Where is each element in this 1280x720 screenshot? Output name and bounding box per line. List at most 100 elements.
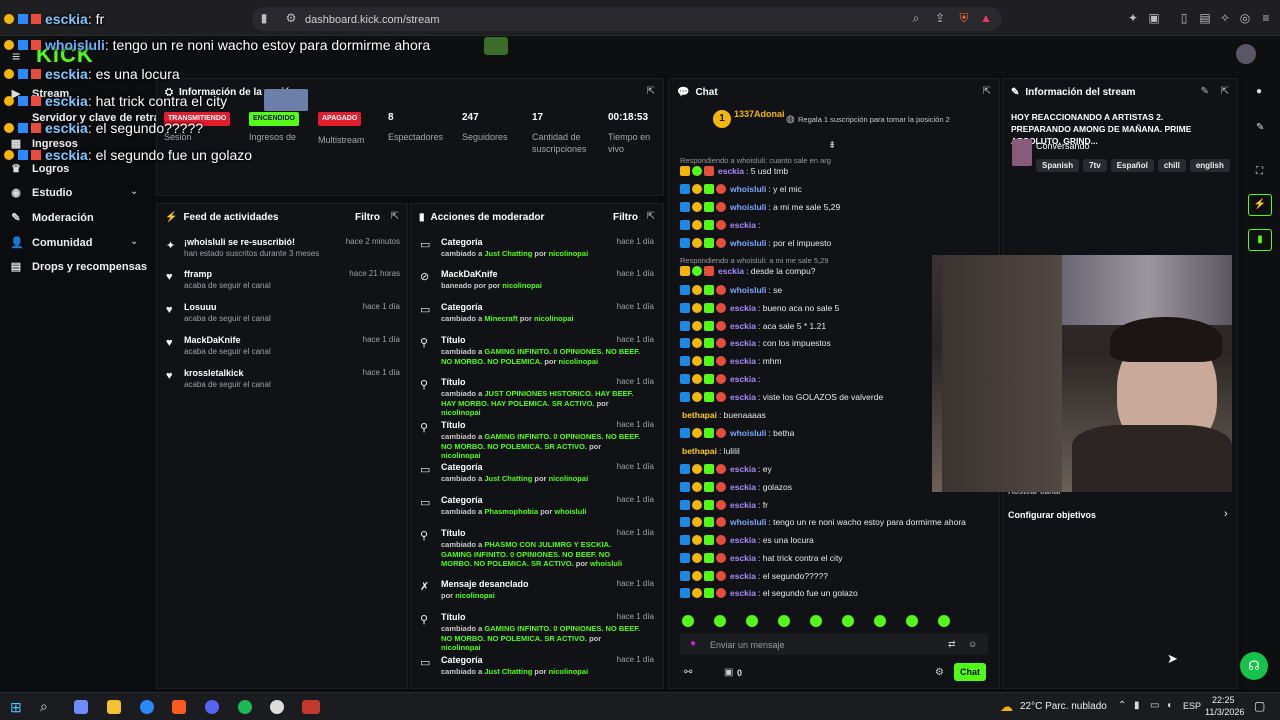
chat-username[interactable]: esckia [730, 464, 756, 474]
emote-icon[interactable] [682, 615, 694, 627]
feed-filter-button[interactable]: Filtro [355, 212, 380, 223]
popout-icon[interactable]: ⇱ [647, 211, 655, 222]
chat-username[interactable]: whoisluli [730, 238, 766, 248]
chat-username[interactable]: esckia [730, 553, 756, 563]
chat-username[interactable]: whoisluli [730, 285, 766, 295]
chevron-right-icon[interactable]: › [1224, 508, 1228, 520]
volume-icon[interactable]: ◖ [1166, 700, 1172, 711]
chat-message[interactable]: esckia: desde la compu? [680, 264, 815, 278]
chat-username[interactable]: esckia [718, 166, 744, 176]
chat-username[interactable]: esckia [730, 482, 756, 492]
chat-message[interactable]: whoisluli: tengo un re noni wacho estoy … [680, 515, 966, 529]
chat-message[interactable]: esckia: ey [680, 462, 772, 476]
chat-username[interactable]: esckia [730, 321, 756, 331]
vpn-icon[interactable]: ◎ [1239, 12, 1251, 24]
nav-moderation[interactable]: ✎ Moderación [10, 211, 93, 225]
chat-username[interactable]: bethapai [682, 410, 717, 420]
mod-by[interactable]: nicolinopai [549, 667, 589, 676]
commands-icon[interactable]: ⇄ [948, 639, 956, 650]
pip-icon[interactable]: ▮ [1248, 229, 1272, 251]
chat-username[interactable]: whoisluli [730, 184, 766, 194]
mod-by[interactable]: nicolinopai [534, 314, 574, 323]
mod-filter-button[interactable]: Filtro [613, 212, 638, 223]
mod-by[interactable]: nicolinopai [502, 281, 542, 290]
edit-icon[interactable]: ✎ [1201, 86, 1209, 97]
notifications-icon[interactable]: ▢ [1254, 699, 1265, 713]
chat-message[interactable]: esckia: fr [680, 498, 768, 512]
popout-icon[interactable]: ⇱ [1221, 86, 1229, 97]
download-icon[interactable]: ▣ [1148, 12, 1160, 24]
chat-username[interactable]: esckia [730, 588, 756, 598]
tray-chevron-icon[interactable]: ⌃ [1118, 700, 1126, 711]
chat-message[interactable]: bethapai: buenaaaas [680, 408, 766, 422]
emote-icon[interactable] [810, 615, 822, 627]
windows-start-icon[interactable]: ⊞ [10, 699, 22, 716]
goals-link[interactable]: Configurar objetivos [1008, 510, 1096, 520]
nav-studio[interactable]: ◉ Estudio [10, 186, 72, 200]
send-chat-button[interactable]: Chat [954, 663, 986, 681]
spotify-icon[interactable] [238, 700, 252, 714]
url-text[interactable]: dashboard.kick.com/stream [305, 14, 440, 26]
mod-by[interactable]: nicolinopai [549, 474, 589, 483]
support-button[interactable]: ☊ [1240, 652, 1268, 680]
pinned-collapse-icon[interactable]: ⇟ [828, 140, 836, 151]
chat-message[interactable]: whoisluli: por el impuesto [680, 236, 831, 250]
avatar[interactable] [1236, 44, 1256, 64]
chat-message[interactable]: whoisluli: a mi me sale 5,29 [680, 200, 840, 214]
emote-icon[interactable] [778, 615, 790, 627]
chat-message[interactable]: esckia: [680, 218, 760, 232]
emote-icon[interactable] [746, 615, 758, 627]
chevron-down-icon[interactable]: ⌄ [130, 186, 138, 197]
top-gifter-name[interactable]: 1337Adonai [734, 109, 785, 119]
feed-row[interactable]: ♥ fframp acaba de seguir el canal hace 21 h… [164, 269, 404, 299]
sidebar-icon[interactable]: ▯ [1178, 12, 1190, 24]
feed-row[interactable]: ♥ Losuuu acaba de seguir el canal hace 1 dí… [164, 302, 404, 332]
emote-icon[interactable] [938, 615, 950, 627]
chevron-down-icon[interactable]: ⌄ [130, 236, 138, 247]
chat-username[interactable]: whoisluli [730, 202, 766, 212]
chat-username[interactable]: esckia [730, 571, 756, 581]
chat-message[interactable]: whoisluli: y el mic [680, 182, 802, 196]
feed-row[interactable]: ♥ MackDaKnife acaba de seguir el canal hace… [164, 335, 404, 365]
nav-drops[interactable]: ▤ Drops y recompensas [10, 260, 147, 274]
chat-message[interactable]: bethapai: lulilil [680, 444, 740, 458]
chat-message[interactable]: esckia: viste los GOLAZOS de valverde [680, 390, 883, 404]
chat-username[interactable]: esckia [730, 500, 756, 510]
chat-username[interactable]: esckia [730, 535, 756, 545]
brave-icon[interactable] [172, 700, 186, 714]
chat-username[interactable]: esckia [730, 356, 756, 366]
chat-message[interactable]: esckia: el segundo fue un golazo [680, 586, 858, 600]
info-icon[interactable]: ● [1256, 86, 1262, 97]
zoom-icon[interactable]: ⌕ [910, 12, 922, 24]
search-icon[interactable]: ⌕ [40, 698, 48, 715]
popout-icon[interactable]: ⇱ [983, 86, 991, 97]
network-icon[interactable]: ▭ [1150, 700, 1159, 711]
obs-icon[interactable] [270, 700, 284, 714]
emote-icon[interactable] [842, 615, 854, 627]
menu-icon[interactable]: ≡ [1260, 12, 1272, 24]
leo-icon[interactable]: ✧ [1219, 12, 1231, 24]
chat-message[interactable]: esckia: hat trick contra el city [680, 551, 843, 565]
emote-icon[interactable] [874, 615, 886, 627]
feed-row[interactable]: ✦ ¡whoisluli se re-suscribió! han estado s… [164, 237, 404, 267]
chat-message[interactable]: esckia: es una locura [680, 533, 814, 547]
mod-by[interactable]: whoisluli [590, 559, 622, 568]
brave-shield-icon[interactable]: ⛨ [958, 12, 970, 24]
popout-icon[interactable]: ⇱ [391, 211, 399, 222]
chrome-icon[interactable] [140, 700, 154, 714]
chat-username[interactable]: esckia [730, 374, 756, 384]
nav-achievements[interactable]: ♛ Logros [10, 162, 69, 176]
discord-icon[interactable] [205, 700, 219, 714]
mod-by[interactable]: nicolinopai [441, 643, 481, 652]
bookmark-icon[interactable]: ▮ [258, 12, 270, 24]
mic-icon[interactable]: ● [690, 638, 696, 649]
brave-rewards-icon[interactable]: ▲ [980, 12, 992, 24]
chat-username[interactable]: bethapai [682, 446, 717, 456]
chat-username[interactable]: esckia [730, 338, 756, 348]
feed-row[interactable]: ♥ krossletalkick acaba de seguir el canal h… [164, 368, 404, 398]
share-icon[interactable]: ⇪ [934, 12, 946, 24]
chat-username[interactable]: esckia [718, 266, 744, 276]
chat-message[interactable]: esckia: aca sale 5 * 1.21 [680, 319, 826, 333]
chat-message[interactable]: esckia: golazos [680, 480, 792, 494]
language-indicator[interactable]: ESP [1183, 701, 1201, 711]
